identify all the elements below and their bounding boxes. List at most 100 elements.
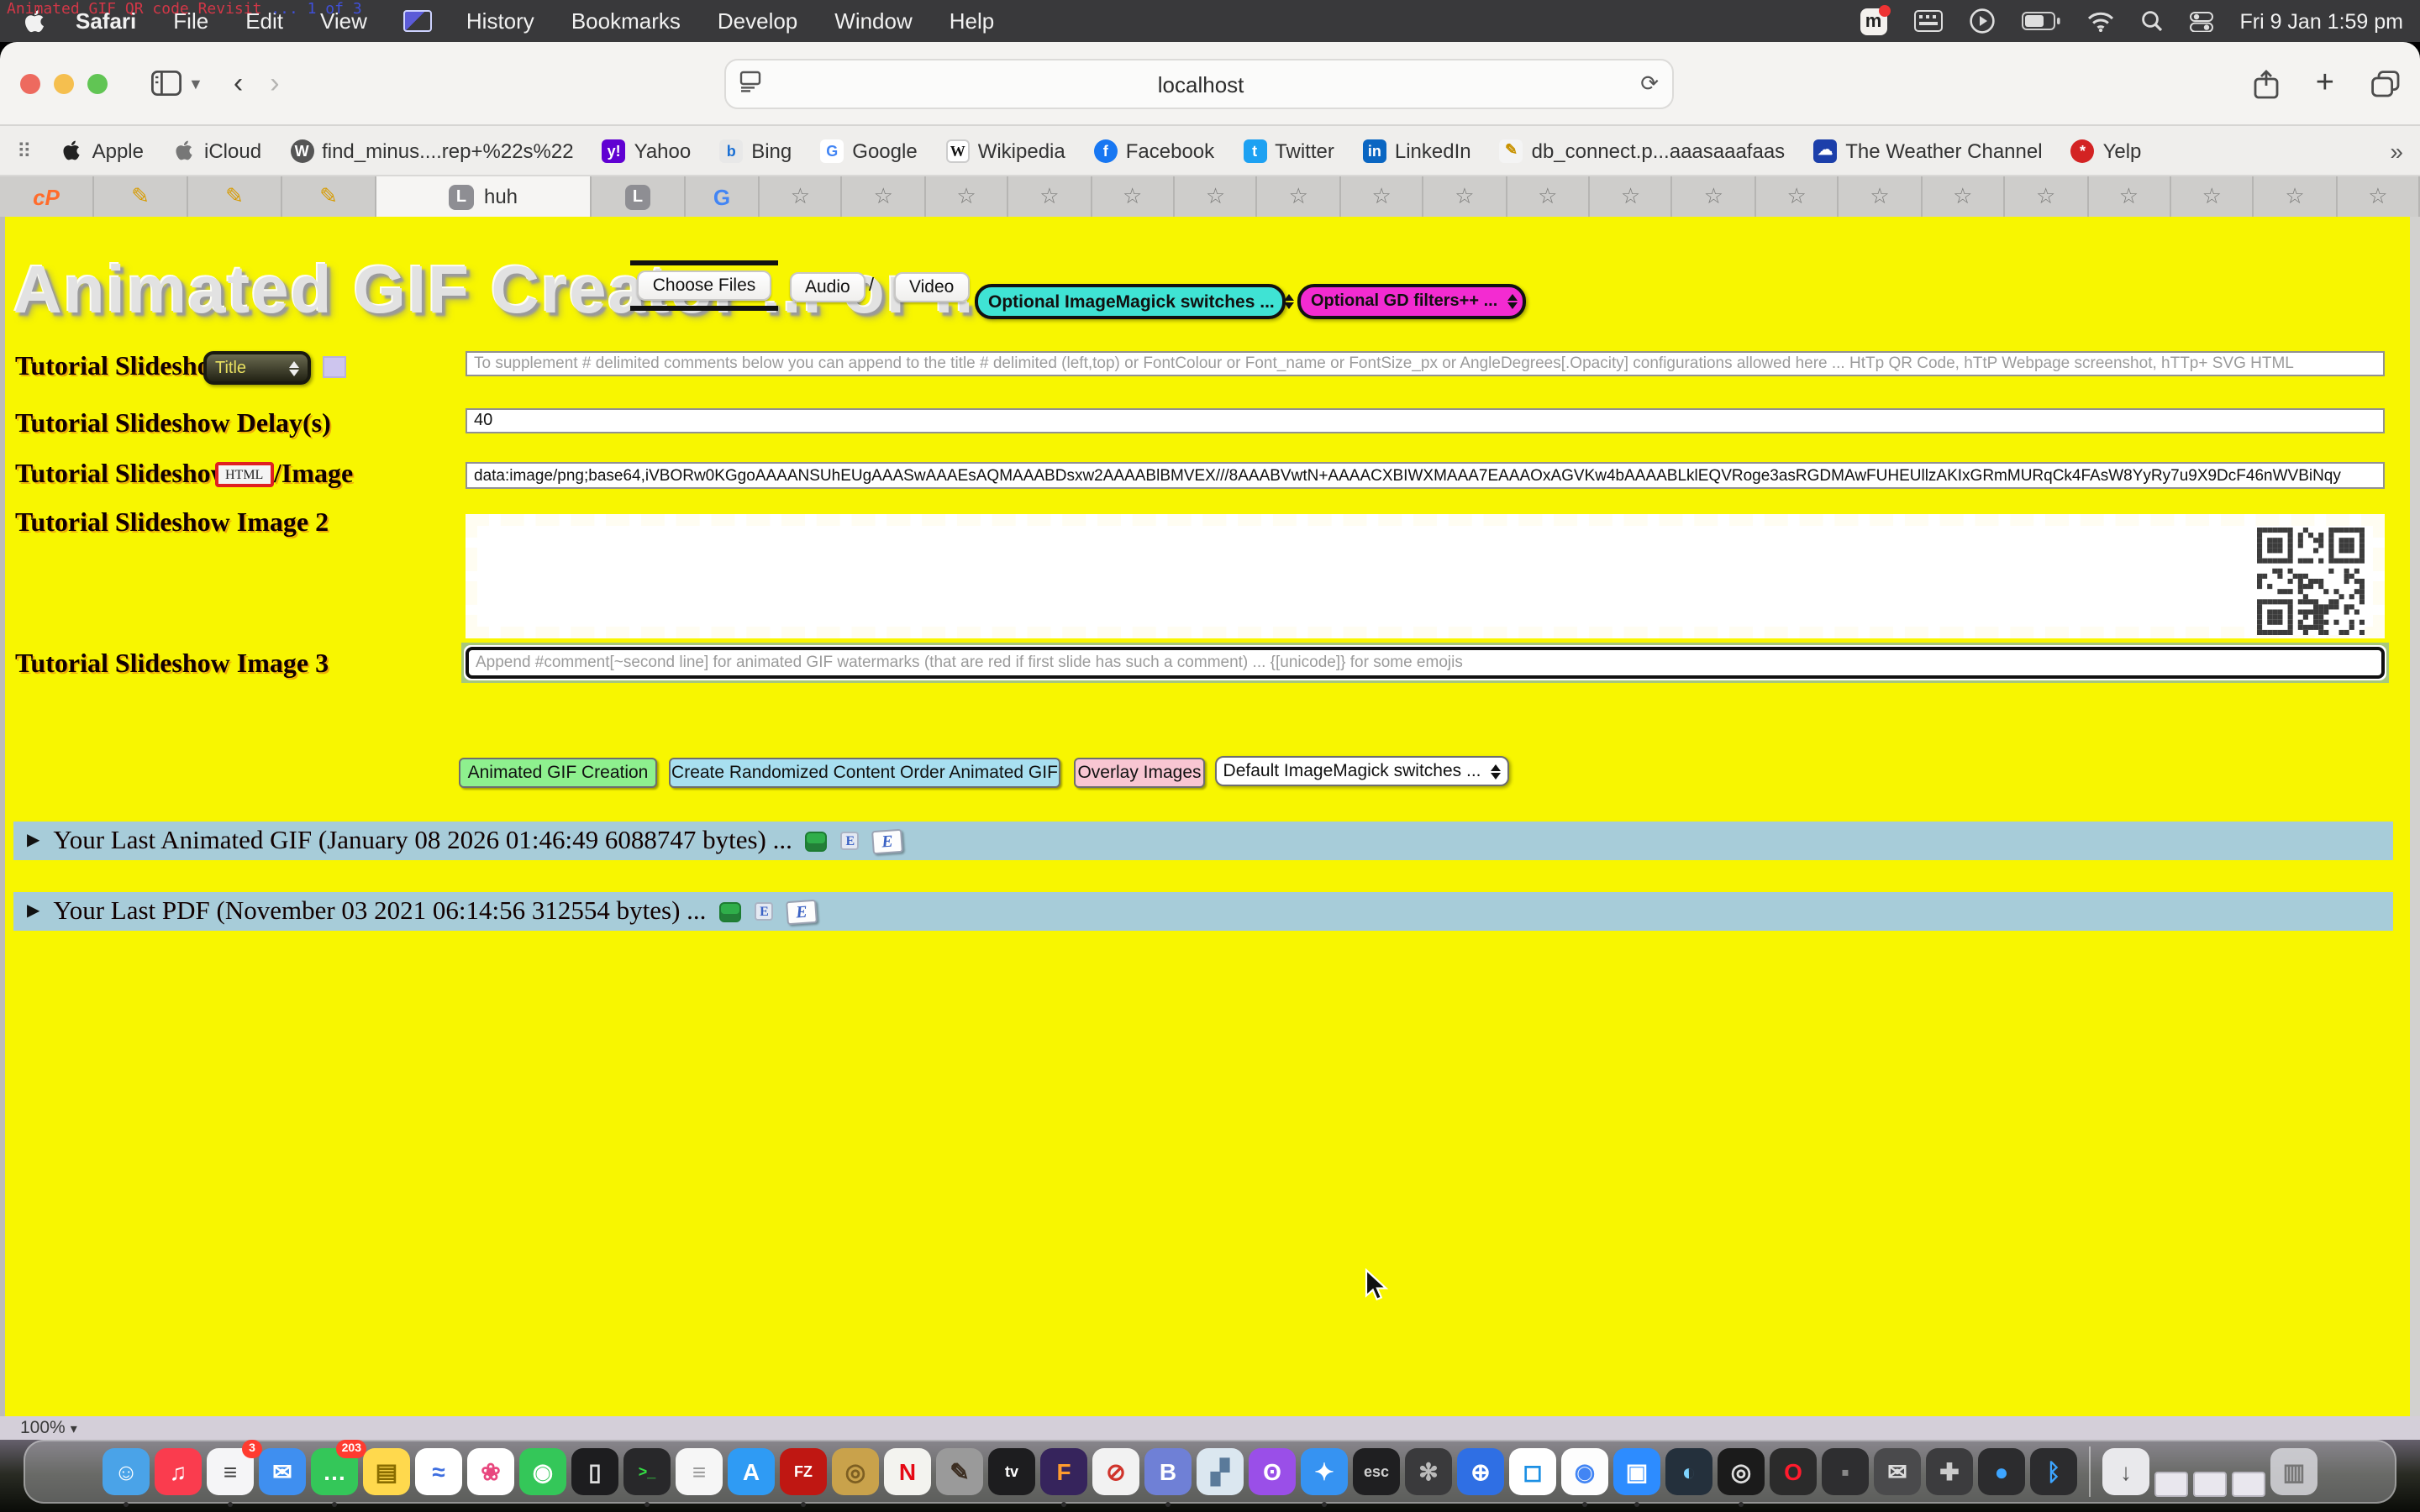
- bookmarks-grid-icon[interactable]: ⠿: [17, 139, 32, 162]
- dock-photos[interactable]: ❀: [467, 1448, 514, 1495]
- tab-empty-9[interactable]: ☆: [1424, 176, 1507, 217]
- share-icon[interactable]: [2254, 69, 2279, 99]
- dock-wrench-utility[interactable]: ✚: [1926, 1448, 1973, 1495]
- menu-item-history[interactable]: History: [466, 8, 534, 34]
- choose-files-button[interactable]: Choose Files: [638, 270, 771, 301]
- menubar-clock[interactable]: Fri 9 Jan 1:59 pm: [2239, 9, 2403, 33]
- dock-terminal[interactable]: >_: [623, 1448, 671, 1495]
- tab-empty-10[interactable]: ☆: [1507, 176, 1590, 217]
- dock-settings-utility[interactable]: ✻: [1405, 1448, 1452, 1495]
- default-switches-select[interactable]: Default ImageMagick switches ...: [1215, 756, 1509, 786]
- animated-gif-creation-button[interactable]: Animated GIF Creation: [459, 758, 657, 788]
- disclosure-triangle-icon[interactable]: ▶: [27, 832, 39, 850]
- minimized-window[interactable]: [2154, 1472, 2188, 1497]
- tab-empty-5[interactable]: ☆: [1092, 176, 1175, 217]
- dock-blue-dot-app[interactable]: ●: [1978, 1448, 2025, 1495]
- bookmark-twitter[interactable]: tTwitter: [1243, 139, 1334, 162]
- dock-trash[interactable]: ▥: [2270, 1448, 2317, 1495]
- bookmark-weather[interactable]: ☁The Weather Channel: [1813, 139, 2042, 162]
- dock-blue-globe[interactable]: ⊕: [1457, 1448, 1504, 1495]
- chevron-down-icon[interactable]: ▼: [188, 75, 203, 92]
- dock-apple-tv[interactable]: tv: [988, 1448, 1035, 1495]
- minimized-window[interactable]: [2232, 1472, 2265, 1497]
- randomized-order-button[interactable]: Create Randomized Content Order Animated…: [669, 758, 1060, 788]
- tab-empty-8[interactable]: ☆: [1341, 176, 1424, 217]
- play-status-icon[interactable]: [1969, 8, 1994, 34]
- video-button[interactable]: Video: [894, 272, 969, 302]
- address-bar[interactable]: localhost ⟳: [724, 59, 1674, 109]
- overlay-images-button[interactable]: Overlay Images: [1074, 758, 1205, 788]
- bookmark-apple[interactable]: Apple: [60, 139, 144, 162]
- email-small-icon[interactable]: E: [755, 902, 773, 921]
- dock-messages[interactable]: …203: [311, 1448, 358, 1495]
- comment-input-focused[interactable]: [466, 647, 2385, 679]
- bookmark-pencil[interactable]: ✎db_connect.p...aaasaaafaas: [1500, 139, 1786, 162]
- bookmark-facebook[interactable]: fFacebook: [1094, 139, 1214, 162]
- display-icon[interactable]: [404, 10, 433, 32]
- app-status-icon[interactable]: m: [1860, 8, 1886, 34]
- tab-empty-16[interactable]: ☆: [2005, 176, 2088, 217]
- title-select[interactable]: Title: [203, 351, 311, 385]
- reader-icon[interactable]: [739, 71, 761, 97]
- tab-empty-19[interactable]: ☆: [2254, 176, 2338, 217]
- dock-bluetooth[interactable]: ᛒ: [2030, 1448, 2077, 1495]
- menu-item-bookmarks[interactable]: Bookmarks: [571, 8, 681, 34]
- title-config-input[interactable]: [466, 351, 2385, 376]
- dock-reminders[interactable]: ≡3: [207, 1448, 254, 1495]
- last-animated-gif-section[interactable]: ▶ Your Last Animated GIF (January 08 202…: [13, 822, 2393, 860]
- tab-empty-3[interactable]: ☆: [926, 176, 1009, 217]
- tab-editor-1[interactable]: ✎: [94, 176, 188, 217]
- spotlight-search-icon[interactable]: [2140, 10, 2162, 32]
- minimized-window[interactable]: [2193, 1472, 2227, 1497]
- bookmarks-overflow-icon[interactable]: »: [2390, 137, 2403, 164]
- dock-gold-app[interactable]: ◎: [832, 1448, 879, 1495]
- dock-opera[interactable]: O: [1770, 1448, 1817, 1495]
- minimize-button[interactable]: [54, 73, 74, 93]
- tab-empty-20[interactable]: ☆: [2337, 176, 2420, 217]
- zoom-button[interactable]: [87, 73, 108, 93]
- tab-empty-6[interactable]: ☆: [1175, 176, 1258, 217]
- tab-empty-17[interactable]: ☆: [2088, 176, 2171, 217]
- dock-text-document[interactable]: ≡: [676, 1448, 723, 1495]
- html-badge-button[interactable]: HTML: [215, 462, 273, 487]
- email-envelope-icon[interactable]: E: [786, 899, 818, 924]
- wifi-icon[interactable]: [2086, 11, 2113, 31]
- bookmark-wikipedia[interactable]: WWikipedia: [946, 139, 1065, 162]
- dock-dark-globe[interactable]: ◐: [1665, 1448, 1712, 1495]
- email-envelope-icon[interactable]: E: [872, 828, 904, 853]
- tab-empty-14[interactable]: ☆: [1839, 176, 1923, 217]
- zoom-caret-icon[interactable]: ▾: [71, 1420, 77, 1436]
- dock-zoom[interactable]: ▣: [1613, 1448, 1660, 1495]
- bookmark-linkedin[interactable]: inLinkedIn: [1363, 139, 1471, 162]
- dock-voice-memos[interactable]: ≈: [415, 1448, 462, 1495]
- dock-notes[interactable]: ▤: [363, 1448, 410, 1495]
- menu-item-help[interactable]: Help: [950, 8, 995, 34]
- dock-facetime[interactable]: ◉: [519, 1448, 566, 1495]
- reload-icon[interactable]: ⟳: [1640, 71, 1659, 97]
- dock-safari[interactable]: ✦: [1301, 1448, 1348, 1495]
- dock-filezilla[interactable]: FZ: [780, 1448, 827, 1495]
- bookmark-yelp[interactable]: *Yelp: [2071, 139, 2142, 162]
- tab-google[interactable]: G: [686, 176, 760, 217]
- tab-active-huh[interactable]: L huh: [376, 176, 592, 217]
- tab-empty-2[interactable]: ☆: [843, 176, 926, 217]
- dock-app-store[interactable]: A: [728, 1448, 775, 1495]
- menu-item-window[interactable]: Window: [834, 8, 913, 34]
- tab-empty-15[interactable]: ☆: [1922, 176, 2005, 217]
- last-pdf-section[interactable]: ▶ Your Last PDF (November 03 2021 06:14:…: [13, 892, 2393, 931]
- imagemagick-switches-select[interactable]: Optional ImageMagick switches ...: [975, 284, 1286, 319]
- image2-dropzone[interactable]: [466, 514, 2385, 638]
- tab-empty-11[interactable]: ☆: [1590, 176, 1673, 217]
- dock-obs[interactable]: ◎: [1718, 1448, 1765, 1495]
- dock-gimp[interactable]: ✎: [936, 1448, 983, 1495]
- sidebar-icon[interactable]: [151, 71, 182, 96]
- tab-empty-7[interactable]: ☆: [1258, 176, 1341, 217]
- dock-iphone-mirroring[interactable]: ▯: [571, 1448, 618, 1495]
- window-scrollbar-track[interactable]: [2410, 217, 2420, 1416]
- battery-icon[interactable]: [2021, 12, 2060, 30]
- dock-bbedit[interactable]: B: [1144, 1448, 1192, 1495]
- dock-nomachine[interactable]: ⊘: [1092, 1448, 1139, 1495]
- tab-empty-13[interactable]: ☆: [1756, 176, 1839, 217]
- new-tab-icon[interactable]: +: [2316, 66, 2334, 102]
- bookmark-apple-gray[interactable]: iCloud: [172, 139, 261, 162]
